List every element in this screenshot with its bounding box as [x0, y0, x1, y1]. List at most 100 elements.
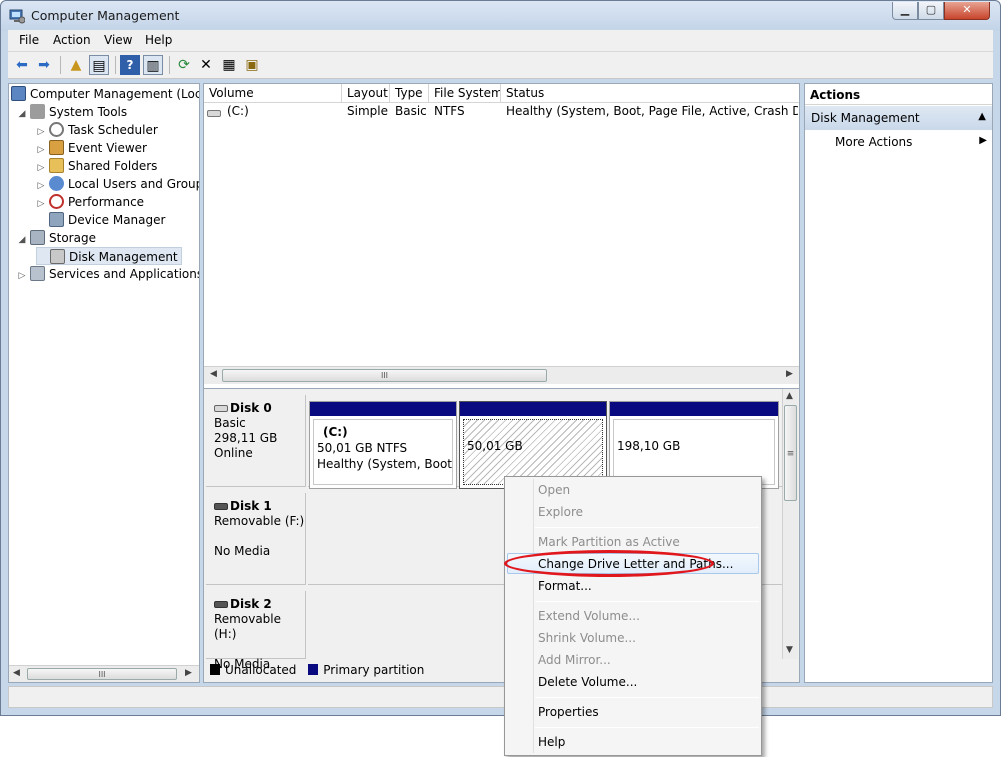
menu-separator [535, 527, 759, 528]
menu-item-help[interactable]: Help [538, 732, 565, 752]
tree-item-computer-management[interactable]: Computer Management (Local [11, 85, 199, 103]
tree-item-system-tools[interactable]: ◢ System Tools [17, 103, 127, 121]
tree-item-performance[interactable]: ▷ Performance [36, 193, 144, 211]
submenu-arrow-icon: ▶ [979, 135, 987, 146]
menu-item-format[interactable]: Format... [538, 576, 592, 596]
storage-icon [30, 230, 45, 245]
scroll-left-arrow-icon[interactable]: ◀ [210, 369, 217, 379]
primary-partition-bar [310, 402, 456, 416]
tree-item-label: Services and Applications [49, 267, 200, 281]
forward-arrow-icon[interactable]: ➡ [34, 55, 54, 75]
menu-action[interactable]: Action [53, 33, 91, 47]
export-icon[interactable]: ▣ [242, 55, 262, 75]
volume-row[interactable]: (C:) Simple Basic NTFS Healthy (System, … [204, 104, 799, 122]
window-title: Computer Management [31, 8, 180, 23]
menu-item-mark-partition-active[interactable]: Mark Partition as Active [538, 532, 680, 552]
tree-item-label: Local Users and Groups [68, 177, 200, 191]
menu-help[interactable]: Help [145, 33, 172, 47]
tree-item-storage[interactable]: ◢ Storage [17, 229, 96, 247]
show-hide-action-pane-icon[interactable]: ▥ [143, 55, 163, 75]
collapsed-arrow-icon[interactable]: ▷ [17, 267, 27, 285]
menu-view[interactable]: View [104, 33, 132, 47]
toolbar-separator [60, 56, 61, 74]
scroll-down-arrow-icon[interactable]: ▼ [786, 645, 793, 655]
column-header-type[interactable]: Type [390, 84, 429, 103]
tree-item-label: Shared Folders [68, 159, 158, 173]
tree-item-label: Device Manager [68, 213, 166, 227]
partition-size: 198,10 GB [617, 439, 681, 453]
menu-item-properties[interactable]: Properties [538, 702, 599, 722]
volume-status: Healthy (System, Boot, Page File, Active… [506, 104, 798, 118]
computer-icon [11, 86, 26, 101]
primary-partition-bar [460, 402, 606, 416]
scroll-left-arrow-icon[interactable]: ◀ [13, 668, 20, 678]
partition-size: 50,01 GB NTFS [317, 441, 408, 455]
partition-size: 50,01 GB [467, 439, 523, 453]
help-icon[interactable]: ? [120, 55, 140, 75]
scroll-right-arrow-icon[interactable]: ▶ [786, 369, 793, 379]
up-folder-icon[interactable]: ▲ [66, 55, 86, 75]
more-actions-item[interactable]: More Actions ▶ [805, 132, 992, 152]
tree-item-disk-management[interactable]: Disk Management [36, 247, 182, 265]
performance-icon [49, 194, 64, 209]
column-header-volume[interactable]: Volume [204, 84, 342, 103]
toolbar-separator [115, 56, 116, 74]
console-tree: Computer Management (Local ◢ System Tools… [8, 83, 200, 683]
refresh-icon[interactable]: ⟳ [174, 55, 194, 75]
disk-1-label[interactable]: Disk 1 Removable (F:) No Media [206, 493, 306, 585]
drive-icon [207, 110, 221, 117]
maximize-button[interactable]: ▢ [918, 2, 944, 20]
disk-0-partitions: (C:) 50,01 GB NTFS Healthy (System, Boot… [308, 395, 782, 489]
tree-item-task-scheduler[interactable]: ▷ Task Scheduler [36, 121, 158, 139]
tree-item-shared-folders[interactable]: ▷ Shared Folders [36, 157, 157, 175]
menu-separator [535, 727, 759, 728]
partition-status: Healthy (System, Boot, Pa [317, 457, 453, 471]
show-hide-tree-icon[interactable]: ▤ [89, 55, 109, 75]
menu-gutter-line [533, 479, 534, 753]
disk-name: Disk 2 [230, 597, 272, 611]
title-bar[interactable]: Computer Management ▁ ▢ ✕ [1, 1, 1000, 31]
toolbar-separator [169, 56, 170, 74]
actions-pane: Actions Disk Management ▲ More Actions ▶ [804, 83, 993, 683]
actions-header: Actions [805, 84, 992, 105]
menu-item-open[interactable]: Open [538, 480, 570, 500]
disk-vertical-scrollbar[interactable]: ▲ ≡ ▼ [782, 389, 798, 659]
tree-item-local-users-and-groups[interactable]: ▷ Local Users and Groups [36, 175, 200, 193]
properties-icon[interactable]: ▦ [219, 55, 239, 75]
menu-file[interactable]: File [19, 33, 39, 47]
menu-item-add-mirror[interactable]: Add Mirror... [538, 650, 611, 670]
menu-item-extend-volume[interactable]: Extend Volume... [538, 606, 640, 626]
disk-2-label[interactable]: Disk 2 Removable (H:) No Media [206, 591, 306, 671]
collapse-arrow-icon[interactable]: ▲ [978, 111, 986, 122]
column-header-layout[interactable]: Layout [342, 84, 390, 103]
menu-item-shrink-volume[interactable]: Shrink Volume... [538, 628, 636, 648]
volume-scroll-thumb[interactable]: III [222, 369, 547, 382]
expanded-arrow-icon[interactable]: ◢ [17, 231, 27, 249]
actions-section-disk-management[interactable]: Disk Management ▲ [805, 106, 992, 130]
scroll-right-arrow-icon[interactable]: ▶ [185, 668, 192, 678]
menu-item-explore[interactable]: Explore [538, 502, 583, 522]
disk-scroll-thumb[interactable]: ≡ [784, 405, 797, 501]
expanded-arrow-icon[interactable]: ◢ [17, 105, 27, 123]
delete-icon[interactable]: ✕ [196, 55, 216, 75]
column-header-status[interactable]: Status [501, 84, 799, 103]
disk-0-label[interactable]: Disk 0 Basic 298,11 GB Online [206, 395, 306, 487]
back-arrow-icon[interactable]: ⬅ [12, 55, 32, 75]
primary-partition-bar [610, 402, 778, 416]
tools-icon [30, 104, 45, 119]
partition-c[interactable]: (C:) 50,01 GB NTFS Healthy (System, Boot… [309, 401, 457, 489]
services-icon [30, 266, 45, 281]
menu-item-delete-volume[interactable]: Delete Volume... [538, 672, 637, 692]
tree-item-device-manager[interactable]: Device Manager [36, 211, 165, 229]
scroll-up-arrow-icon[interactable]: ▲ [786, 391, 793, 401]
column-header-file-system[interactable]: File System [429, 84, 501, 103]
tree-scroll-thumb[interactable]: III [27, 668, 177, 680]
tree-horizontal-scrollbar[interactable]: ◀ III ▶ [9, 665, 199, 682]
volume-horizontal-scrollbar[interactable]: ◀ III ▶ [204, 366, 799, 384]
menu-separator [535, 601, 759, 602]
tree-item-services-and-applications[interactable]: ▷ Services and Applications [17, 265, 200, 285]
tree-item-event-viewer[interactable]: ▷ Event Viewer [36, 139, 147, 157]
minimize-button[interactable]: ▁ [892, 2, 918, 20]
close-button[interactable]: ✕ [944, 2, 990, 20]
disk-status: Online [214, 446, 253, 460]
